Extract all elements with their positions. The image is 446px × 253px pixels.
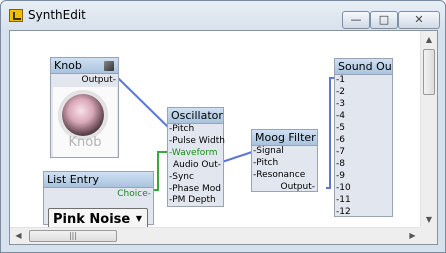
filter-resonance-pin[interactable]: -Resonance <box>253 170 305 181</box>
synthedit-app-icon <box>9 9 23 22</box>
knob-label: Knob <box>68 135 102 150</box>
filter-signal-pin[interactable]: -Signal <box>253 146 284 157</box>
osc-pitch-pin[interactable]: -Pitch <box>169 124 194 135</box>
sound-out-pin[interactable]: -1 <box>336 75 345 86</box>
list-entry-title: List Entry <box>44 172 153 188</box>
wire-filter-to-out1 <box>326 77 334 189</box>
knob-control[interactable]: Knob <box>53 87 117 157</box>
osc-waveform-pin[interactable]: -Waveform <box>169 148 218 159</box>
moog-filter-module[interactable]: Moog Filter -Signal -Pitch -Resonance Ou… <box>251 129 318 192</box>
scroll-down-icon[interactable]: ▼ <box>421 211 437 228</box>
wire-audio-to-signal <box>221 151 253 163</box>
filter-pitch-pin[interactable]: -Pitch <box>253 158 278 169</box>
sound-out-pin[interactable]: -2 <box>336 87 345 98</box>
list-entry-module[interactable]: List Entry Choice- Pink Noise ▼ <box>43 171 154 230</box>
filter-output-pin[interactable]: Output- <box>280 182 315 193</box>
wire-knob-to-pitch <box>117 77 169 128</box>
minimize-button[interactable]: — <box>342 11 370 29</box>
osc-audio-out-pin[interactable]: Audio Out- <box>173 160 221 171</box>
sound-out-pin[interactable]: -5 <box>336 123 345 134</box>
moog-filter-title: Moog Filter <box>252 130 317 146</box>
sound-out-pin[interactable]: -6 <box>336 135 345 146</box>
osc-phase-mod-pin[interactable]: -Phase Mod <box>169 184 221 195</box>
wire-choice-to-waveform <box>153 151 168 191</box>
sound-out-pin[interactable]: -8 <box>336 159 345 170</box>
vertical-scrollbar[interactable]: ▲ ▼ <box>420 31 437 228</box>
sound-out-module[interactable]: Sound Out -1 -2 -3 -4 -5 -6 -7 -8 -9 -10… <box>334 58 393 217</box>
window-title: SynthEdit <box>28 8 86 22</box>
sound-out-pin[interactable]: -10 <box>336 183 351 194</box>
osc-pulse-width-pin[interactable]: -Pulse Width <box>169 136 225 147</box>
vertical-scroll-thumb[interactable] <box>423 49 435 95</box>
cube-icon <box>104 61 114 71</box>
knob-output-pin[interactable]: Output- <box>81 75 116 86</box>
oscillator-module[interactable]: Oscillator -Pitch -Pulse Width -Waveform… <box>167 107 225 207</box>
horizontal-scroll-thumb[interactable]: ||| <box>29 230 117 242</box>
osc-sync-pin[interactable]: -Sync <box>169 172 194 183</box>
sound-out-pin[interactable]: -9 <box>336 171 345 182</box>
knob-dial[interactable] <box>62 94 104 136</box>
oscillator-title: Oscillator <box>168 108 223 124</box>
sound-out-pin[interactable]: -12 <box>336 207 351 218</box>
patch-canvas[interactable]: Knob Output- Knob List Entry Choice- Pin… <box>9 30 438 245</box>
synthedit-window: SynthEdit — □ ✕ Knob Output- Knob List E… <box>0 0 446 253</box>
sound-out-pin[interactable]: -3 <box>336 99 345 110</box>
horizontal-scrollbar[interactable]: ◀ ||| ▶ <box>10 227 421 244</box>
scrollbar-corner <box>420 227 437 244</box>
waveform-select-value: Pink Noise <box>53 212 131 227</box>
sound-out-pin[interactable]: -4 <box>336 111 345 122</box>
scroll-up-icon[interactable]: ▲ <box>421 31 437 48</box>
knob-module[interactable]: Knob Output- Knob <box>50 57 119 158</box>
scroll-right-icon[interactable]: ▶ <box>404 228 421 244</box>
osc-pm-depth-pin[interactable]: -PM Depth <box>169 195 216 206</box>
sound-out-pin[interactable]: -11 <box>336 195 351 206</box>
choice-output-pin[interactable]: Choice- <box>117 189 151 200</box>
scroll-left-icon[interactable]: ◀ <box>10 228 27 244</box>
maximize-button[interactable]: □ <box>370 11 398 29</box>
chevron-down-icon: ▼ <box>135 214 142 223</box>
title-bar[interactable]: SynthEdit — □ ✕ <box>1 1 445 31</box>
sound-out-pin[interactable]: -7 <box>336 147 345 158</box>
close-button[interactable]: ✕ <box>398 11 440 29</box>
sound-out-title: Sound Out <box>335 59 392 75</box>
